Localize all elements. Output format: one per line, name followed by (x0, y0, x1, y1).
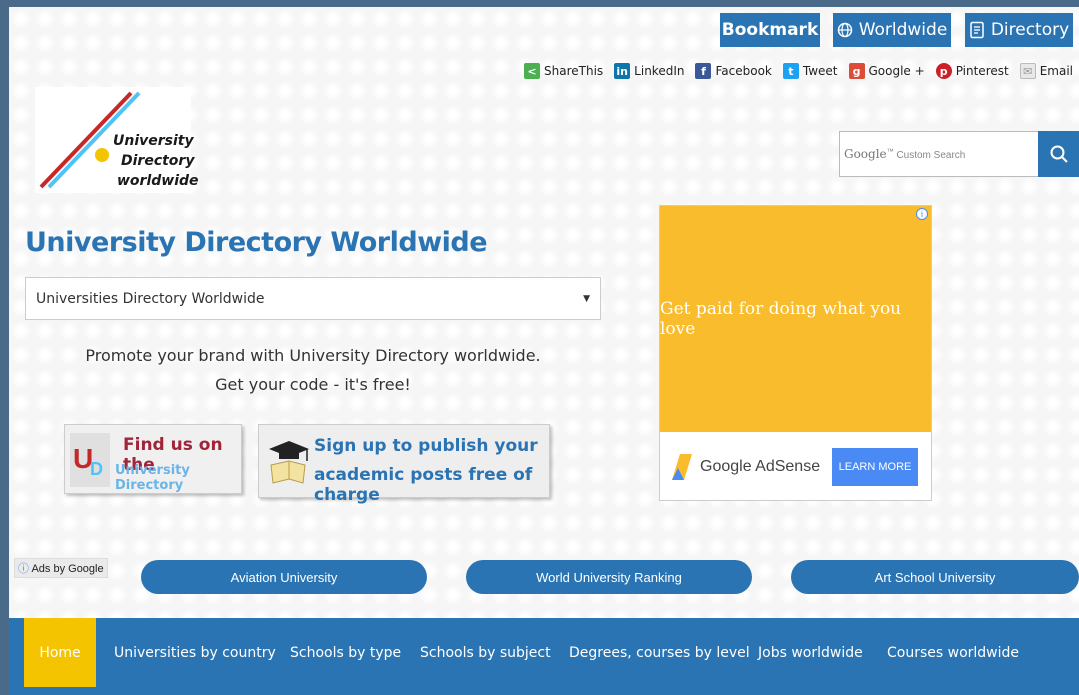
facebook-icon: f (695, 63, 712, 79)
sign-up-badge[interactable]: Sign up to publish your academic posts f… (258, 424, 550, 505)
book-icon (970, 21, 984, 39)
promo-line2: Get your code - it's free! (215, 375, 411, 394)
link-pill-art[interactable]: Art School University (791, 560, 1079, 594)
select-value: Universities Directory Worldwide (36, 290, 265, 307)
nav-schools-by-subject[interactable]: Schools by subject (420, 618, 551, 687)
twitter-icon: t (782, 63, 799, 79)
nav-universities-by-country[interactable]: Universities by country (114, 618, 276, 687)
nav-jobs-worldwide[interactable]: Jobs worldwide (758, 618, 863, 687)
directory-select[interactable]: Universities Directory Worldwide ▼ (25, 277, 601, 320)
logo-line1: University (113, 133, 194, 149)
caret-down-icon: ▼ (583, 293, 590, 304)
share-label: ShareThis (544, 64, 604, 78)
share-bar: < ShareThis in LinkedIn f Facebook t Tweet g… (524, 63, 1073, 79)
info-icon: ⓘ (18, 563, 29, 575)
ads-by-google-label: Ads by Google (31, 563, 104, 575)
adsense-ad[interactable]: Get paid for doing what you love i Googl… (659, 205, 932, 501)
nav-courses-worldwide[interactable]: Courses worldwide (887, 618, 1019, 687)
ad-headline[interactable]: Get paid for doing what you love (660, 206, 931, 432)
link-pill-aviation[interactable]: Aviation University (141, 560, 427, 594)
search-button[interactable] (1038, 131, 1079, 177)
page-title: University Directory Worldwide (25, 227, 488, 258)
share-label: LinkedIn (634, 64, 685, 78)
share-label: Facebook (715, 64, 772, 78)
share-item-facebook[interactable]: f Facebook (695, 63, 772, 79)
adsense-logo-icon (672, 454, 692, 480)
worldwide-label: Worldwide (858, 20, 948, 40)
share-label: Tweet (802, 64, 838, 78)
ads-by-google[interactable]: ⓘ Ads by Google (14, 558, 108, 578)
graduation-cap-icon (269, 441, 309, 484)
share-item-email[interactable]: ✉ Email (1019, 63, 1073, 79)
share-item-tweet[interactable]: t Tweet (782, 63, 838, 79)
promo-line1: Promote your brand with University Direc… (85, 346, 541, 365)
globe-icon (837, 22, 852, 38)
ad-brand: Google AdSense (700, 458, 821, 475)
search-icon (1050, 145, 1068, 163)
nav-home[interactable]: Home (24, 618, 96, 687)
worldwide-button[interactable]: Worldwide (833, 13, 951, 47)
link-pill-ranking[interactable]: World University Ranking (466, 560, 752, 594)
logo-line2: Directory (121, 153, 195, 169)
directory-label: Directory (990, 20, 1070, 40)
share-label: Google + (868, 64, 925, 78)
logo-line3: worldwide (117, 173, 199, 189)
directory-button[interactable]: Directory (965, 13, 1073, 47)
email-icon: ✉ (1019, 63, 1036, 79)
badge2-line2: academic posts free of charge (314, 465, 533, 505)
nav-degrees-courses[interactable]: Degrees, courses by level (569, 618, 750, 687)
pinterest-icon: p (935, 63, 952, 79)
share-item-pinterest[interactable]: p Pinterest (935, 63, 1009, 79)
search-placeholder: Google™ Custom Search (844, 147, 966, 161)
share-label: Pinterest (955, 64, 1009, 78)
bookmark-label: Bookmark (721, 20, 819, 40)
learn-more-button[interactable]: LEARN MORE (832, 448, 918, 486)
main-nav: Home Universities by country Schools by … (9, 618, 1079, 695)
site-logo[interactable]: University Directory worldwide (35, 87, 199, 193)
share-item-sharethis[interactable]: < ShareThis (524, 63, 603, 79)
ud-logo-icon: U D (70, 433, 110, 487)
linkedin-icon: in (614, 63, 631, 79)
search-input[interactable]: Google™ Custom Search (839, 131, 1039, 177)
ad-info-icon[interactable]: i (916, 208, 928, 220)
share-item-google-plus[interactable]: g Google + (848, 63, 925, 79)
bookmark-button[interactable]: Bookmark (720, 13, 820, 47)
share-icon: < (524, 63, 541, 79)
page: Bookmark Worldwide Directory < ShareThis … (9, 7, 1079, 695)
badge1-sub: University Directory (115, 463, 190, 493)
google-plus-icon: g (848, 63, 865, 79)
nav-schools-by-type[interactable]: Schools by type (290, 618, 401, 687)
badge2-line1: Sign up to publish your (314, 436, 538, 456)
share-label: Email (1039, 64, 1073, 78)
find-us-badge[interactable]: U D Find us on the University Directory (64, 424, 242, 494)
share-item-linkedin[interactable]: in LinkedIn (614, 63, 684, 79)
